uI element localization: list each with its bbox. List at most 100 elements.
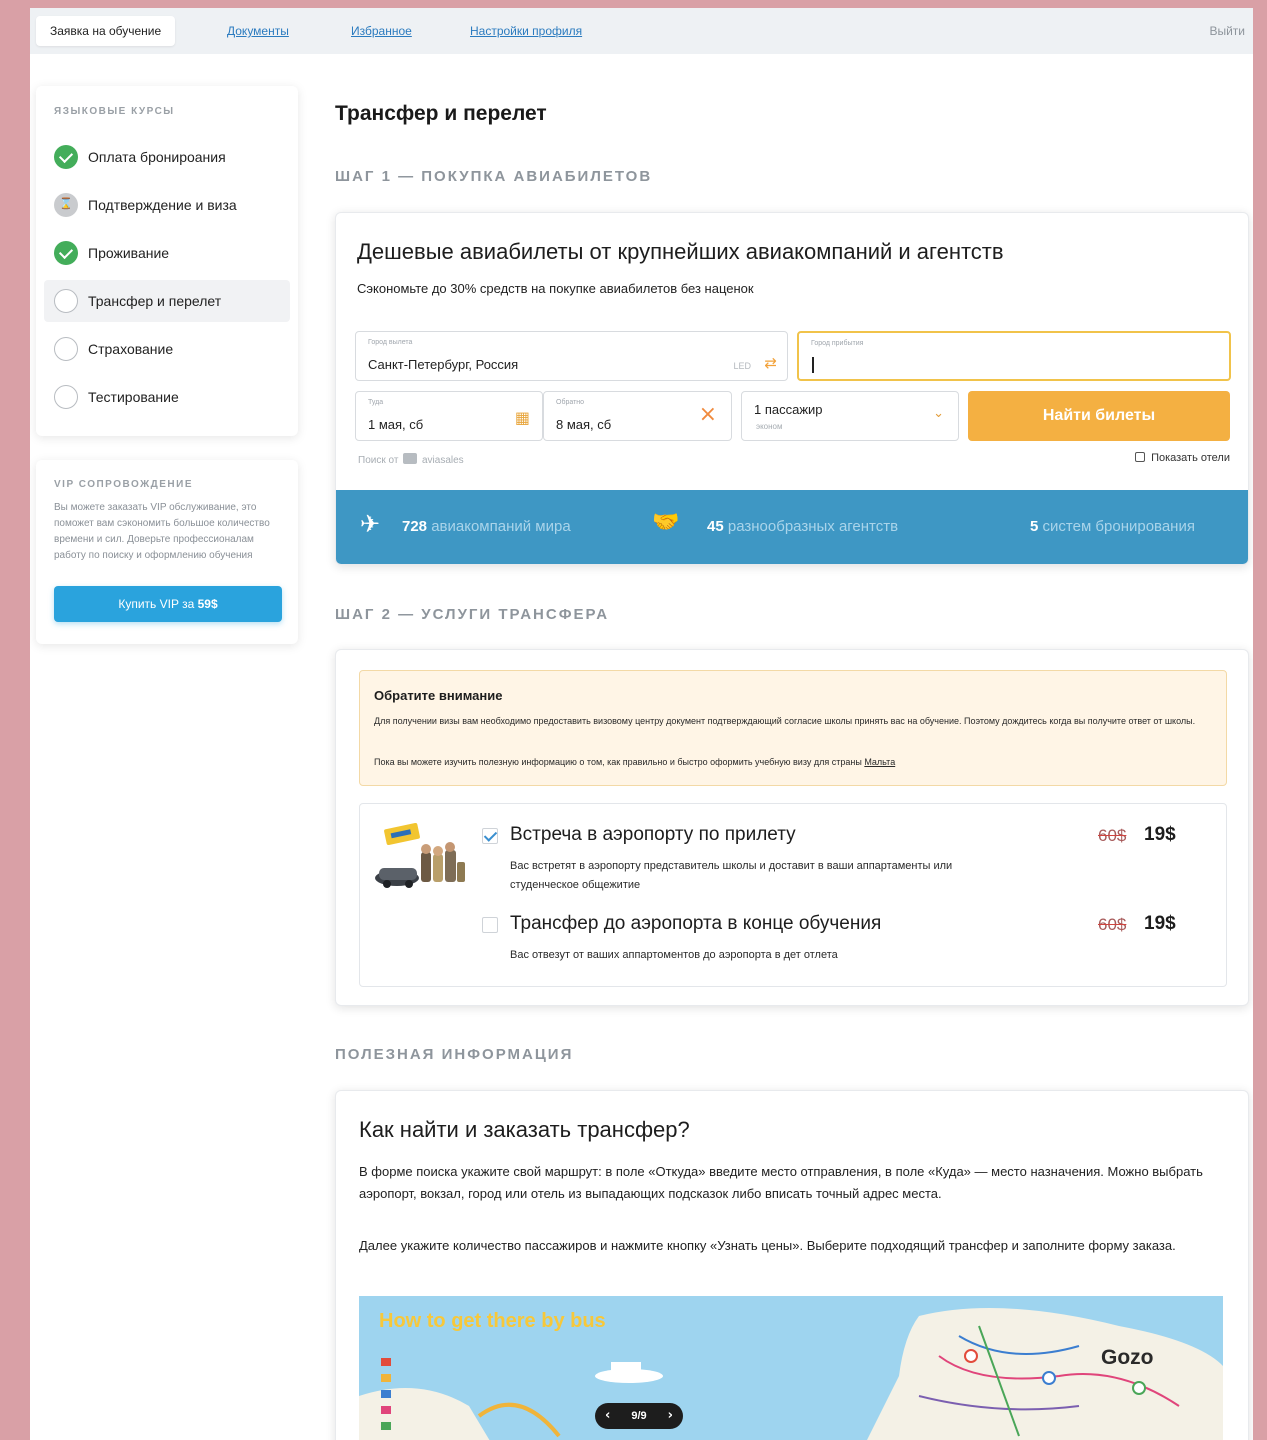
chevron-down-icon: ⌄ bbox=[933, 406, 944, 421]
stats-band: ✈ 728 авиакомпаний мира 🤝 45 разнообразн… bbox=[336, 490, 1248, 564]
notice-text-secondary-prefix: Пока вы можете изучить полезную информац… bbox=[374, 757, 862, 767]
flights-title: Дешевые авиабилеты от крупнейших авиаком… bbox=[357, 239, 1004, 264]
pager-count: 9/9 bbox=[631, 1410, 647, 1422]
notice-title: Обратите внимание bbox=[374, 688, 503, 703]
close-icon[interactable]: × bbox=[699, 402, 717, 427]
return-date-label: Обратно bbox=[556, 399, 585, 406]
old-price-return: 60$ bbox=[1098, 915, 1127, 934]
check-circle-icon bbox=[54, 241, 78, 265]
bus-map-image[interactable]: How to get there by bus Gozo ‹ 9/9 › bbox=[359, 1296, 1223, 1440]
info-card: Как найти и заказать трансфер? В форме п… bbox=[335, 1090, 1249, 1440]
sidebar-step-visa[interactable]: Подтверждение и виза bbox=[44, 184, 290, 226]
passengers-value: 1 пассажир bbox=[754, 402, 823, 417]
gallery-pager: ‹ 9/9 › bbox=[595, 1403, 683, 1429]
departure-city-field[interactable]: Город вылета Санкт-Петербург, Россия LED… bbox=[355, 331, 788, 381]
show-hotels-toggle[interactable]: Показать отели bbox=[1135, 452, 1230, 464]
top-nav: Заявка на обучение Документы Избранное Н… bbox=[30, 8, 1253, 54]
sidebar-step-accommodation[interactable]: Проживание bbox=[44, 232, 290, 274]
sidebar-step-label: Тестирование bbox=[88, 389, 179, 405]
old-price-meet: 60$ bbox=[1098, 826, 1127, 845]
notice-text-secondary: Пока вы можете изучить полезную информац… bbox=[374, 757, 895, 767]
buy-vip-button-label: Купить VIP за bbox=[118, 597, 195, 611]
depart-date-label: Туда bbox=[368, 399, 384, 406]
airport-pickup-image bbox=[375, 823, 465, 888]
stat-airlines-number: 728 bbox=[402, 518, 428, 535]
meet-at-airport-checkbox[interactable] bbox=[482, 828, 498, 844]
arrival-city-label: Город прибытия bbox=[811, 340, 864, 347]
stat-agencies-number: 45 bbox=[707, 518, 724, 535]
nav-link-documents[interactable]: Документы bbox=[227, 24, 289, 38]
vip-heading: VIP СОПРОВОЖДЕНИЕ bbox=[54, 479, 194, 490]
cabin-class-value: эконом bbox=[756, 422, 783, 431]
sidebar-step-label: Трансфер и перелет bbox=[88, 293, 222, 309]
info-title: Как найти и заказать трансфер? bbox=[359, 1117, 690, 1142]
sidebar-step-label: Подтверждение и виза bbox=[88, 197, 237, 213]
text-caret bbox=[812, 357, 814, 373]
departure-city-label: Город вылета bbox=[368, 339, 413, 346]
empty-circle-icon bbox=[54, 337, 78, 361]
stat-agencies-text: разнообразных агентств bbox=[727, 518, 899, 535]
service-title-meet: Встреча в аэропорту по прилету bbox=[510, 824, 796, 845]
new-price-return: 19$ bbox=[1144, 913, 1176, 934]
empty-circle-icon bbox=[54, 289, 78, 313]
buy-vip-button[interactable]: Купить VIP за 59$ bbox=[54, 586, 282, 622]
stat-systems-number: 5 bbox=[1030, 518, 1039, 535]
powered-by-prefix: Поиск от bbox=[358, 455, 399, 466]
sidebar-step-label: Проживание bbox=[88, 245, 170, 261]
sidebar-step-label: Оплата бронироания bbox=[88, 149, 226, 165]
malta-link[interactable]: Мальта bbox=[864, 757, 895, 767]
services-box: Встреча в аэропорту по прилету Вас встре… bbox=[359, 803, 1227, 987]
powered-by: Поиск от aviasales bbox=[358, 453, 464, 466]
passengers-select[interactable]: 1 пассажир эконом ⌄ bbox=[741, 391, 959, 441]
calendar-icon[interactable]: ▦ bbox=[515, 408, 530, 427]
new-price-meet: 19$ bbox=[1144, 824, 1176, 845]
tab-application[interactable]: Заявка на обучение bbox=[36, 16, 176, 46]
transfer-card: Обратите внимание Для получении визы вам… bbox=[335, 649, 1249, 1006]
sidebar-step-testing[interactable]: Тестирование bbox=[44, 376, 290, 418]
stat-airlines: 728 авиакомпаний мира bbox=[402, 518, 571, 535]
nav-link-profile-settings[interactable]: Настройки профиля bbox=[470, 24, 582, 38]
sidebar-step-label: Страхование bbox=[88, 341, 174, 357]
depart-date-field[interactable]: Туда 1 мая, сб ▦ bbox=[355, 391, 543, 441]
logout-link[interactable]: Выйти bbox=[1209, 24, 1245, 38]
stat-systems: 5 систем бронирования bbox=[1030, 518, 1195, 535]
vip-description: Вы можете заказать VIP обслуживание, это… bbox=[54, 502, 270, 561]
flights-card: Дешевые авиабилеты от крупнейших авиаком… bbox=[335, 212, 1249, 565]
aviasales-logo-icon bbox=[403, 453, 418, 464]
find-tickets-button[interactable]: Найти билеты bbox=[968, 391, 1230, 441]
stat-airlines-text: авиакомпаний мира bbox=[431, 518, 571, 535]
return-transfer-checkbox[interactable] bbox=[482, 917, 498, 933]
step1-label: ШАГ 1 — ПОКУПКА АВИАБИЛЕТОВ bbox=[335, 168, 653, 185]
notice-box: Обратите внимание Для получении визы вам… bbox=[359, 670, 1227, 786]
swap-icon[interactable]: ⇄ bbox=[764, 354, 777, 372]
sidebar-step-payment[interactable]: Оплата бронироания bbox=[44, 136, 290, 178]
step2-label: ШАГ 2 — УСЛУГИ ТРАНСФЕРА bbox=[335, 606, 610, 623]
stat-systems-text: систем бронирования bbox=[1042, 518, 1195, 535]
page: Заявка на обучение Документы Избранное Н… bbox=[30, 8, 1253, 1440]
chevron-left-icon[interactable]: ‹ bbox=[605, 1403, 610, 1429]
page-title: Трансфер и перелет bbox=[335, 102, 547, 125]
stat-agencies: 45 разнообразных агентств bbox=[707, 518, 898, 535]
service-desc-return: Вас отвезут от ваших аппартоментов до аэ… bbox=[510, 949, 838, 961]
info-paragraph-1: В форме поиска укажите свой маршрут: в п… bbox=[359, 1164, 1203, 1201]
hourglass-icon bbox=[54, 193, 78, 217]
sidebar-steps-card: ЯЗЫКОВЫЕ КУРСЫ Оплата бронироания Подтве… bbox=[36, 86, 298, 436]
empty-circle-icon bbox=[54, 385, 78, 409]
sidebar-step-transfer[interactable]: Трансфер и перелет bbox=[44, 280, 290, 322]
buy-vip-price: 59$ bbox=[197, 597, 218, 611]
info-paragraph-2: Далее укажите количество пассажиров и на… bbox=[359, 1238, 1176, 1253]
handshake-icon: 🤝 bbox=[652, 510, 680, 535]
sidebar-step-insurance[interactable]: Страхование bbox=[44, 328, 290, 370]
return-date-value: 8 мая, сб bbox=[556, 417, 612, 432]
chevron-right-icon[interactable]: › bbox=[668, 1403, 673, 1429]
map-label-gozo: Gozo bbox=[1101, 1346, 1154, 1369]
useful-info-label: ПОЛЕЗНАЯ ИНФОРМАЦИЯ bbox=[335, 1046, 574, 1063]
sidebar-vip-card: VIP СОПРОВОЖДЕНИЕ Вы можете заказать VIP… bbox=[36, 460, 298, 644]
sidebar-heading: ЯЗЫКОВЫЕ КУРСЫ bbox=[54, 106, 175, 117]
return-date-field[interactable]: Обратно 8 мая, сб × bbox=[543, 391, 732, 441]
powered-by-brand: aviasales bbox=[421, 455, 464, 466]
map-title: How to get there by bus bbox=[379, 1310, 606, 1332]
notice-text: Для получении визы вам необходимо предос… bbox=[374, 716, 1196, 726]
arrival-city-field[interactable]: Город прибытия bbox=[797, 331, 1231, 381]
nav-link-favorites[interactable]: Избранное bbox=[351, 24, 412, 38]
